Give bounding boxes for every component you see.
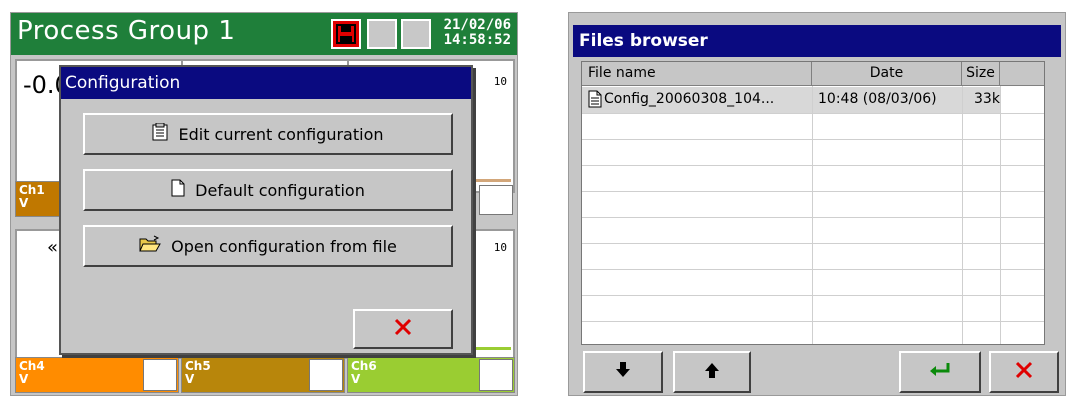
- header-date: 21/02/06: [443, 17, 511, 33]
- channel-indicator: [143, 359, 177, 391]
- grid-line: [582, 243, 1044, 244]
- channel-name: Ch5: [185, 359, 211, 373]
- grid-line: [582, 269, 1044, 270]
- enter-icon: [928, 362, 952, 382]
- channel-name: Ch4: [19, 359, 45, 373]
- scale-label: 10: [493, 75, 507, 88]
- column-header-file-name[interactable]: File name: [582, 62, 812, 86]
- floppy-red-icon[interactable]: [331, 19, 361, 49]
- open-configuration-from-file-button[interactable]: Open configuration from file: [83, 225, 453, 267]
- grid-line: [582, 191, 1044, 192]
- dialog-title: Configuration: [61, 67, 471, 99]
- column-header-size[interactable]: Size: [962, 62, 1000, 86]
- file-size-cell: 33k: [974, 91, 1000, 107]
- header-time: 14:58:52: [443, 32, 511, 48]
- screen-header: Process Group 1 21/02/06 14:58:52: [11, 13, 517, 55]
- file-icon: [588, 90, 602, 112]
- grid-line: [582, 165, 1044, 166]
- table-row[interactable]: Config_20060308_104... 10:48 (08/03/06) …: [582, 87, 1000, 113]
- button-label: Edit current configuration: [178, 124, 384, 144]
- close-button[interactable]: [353, 309, 453, 349]
- file-date-cell: 10:48 (08/03/06): [818, 91, 937, 107]
- channel-unit: V: [19, 196, 29, 210]
- process-group-screen: Process Group 1 21/02/06 14:58:52 -0.0 1…: [10, 12, 518, 396]
- channel-indicator: [479, 185, 513, 215]
- status-box[interactable]: [401, 19, 431, 49]
- red-x-icon: [1015, 361, 1033, 383]
- channel-indicator: [309, 359, 343, 391]
- channel-indicator: [479, 359, 513, 391]
- channel-unit: V: [185, 372, 195, 386]
- default-configuration-button[interactable]: Default configuration: [83, 169, 453, 211]
- scale-label: 10: [493, 241, 507, 254]
- file-name-cell: Config_20060308_104...: [604, 91, 775, 107]
- grid-line: [962, 86, 963, 344]
- column-header-date[interactable]: Date: [812, 62, 962, 86]
- arrow-down-icon: [616, 362, 630, 382]
- scroll-down-button[interactable]: [583, 351, 663, 393]
- grid-line: [582, 321, 1044, 322]
- channel-unit: V: [19, 372, 29, 386]
- button-label: Open configuration from file: [171, 236, 397, 256]
- configuration-dialog: Configuration Edit current configuration…: [59, 65, 473, 355]
- files-table: File name Date Size Config_20060308_104.…: [581, 61, 1045, 345]
- grid-line: [582, 139, 1044, 140]
- grid-line: [582, 113, 1044, 114]
- process-group-title: Process Group 1: [17, 16, 236, 46]
- red-x-icon: [394, 318, 412, 340]
- button-label: Default configuration: [195, 180, 365, 200]
- arrow-up-icon: [705, 362, 719, 382]
- scroll-up-button[interactable]: [673, 351, 751, 393]
- grid-line: [582, 295, 1044, 296]
- grid-line: [812, 86, 813, 344]
- column-header-blank: [1000, 62, 1044, 86]
- cancel-button[interactable]: [989, 351, 1059, 393]
- blank-page-icon: [171, 179, 195, 201]
- grid-line: [582, 217, 1044, 218]
- channel-value: «: [47, 237, 59, 258]
- status-box[interactable]: [367, 19, 397, 49]
- edit-current-configuration-button[interactable]: Edit current configuration: [83, 113, 453, 155]
- channel-name: Ch1: [19, 183, 45, 197]
- files-browser-screen: Files browser File name Date Size Config…: [568, 12, 1066, 396]
- channel-unit: V: [351, 372, 361, 386]
- notepad-icon: [152, 122, 178, 145]
- channel-name: Ch6: [351, 359, 377, 373]
- enter-button[interactable]: [899, 351, 981, 393]
- grid-line: [1000, 86, 1001, 344]
- open-folder-icon: [139, 235, 171, 257]
- files-browser-title: Files browser: [573, 25, 1061, 57]
